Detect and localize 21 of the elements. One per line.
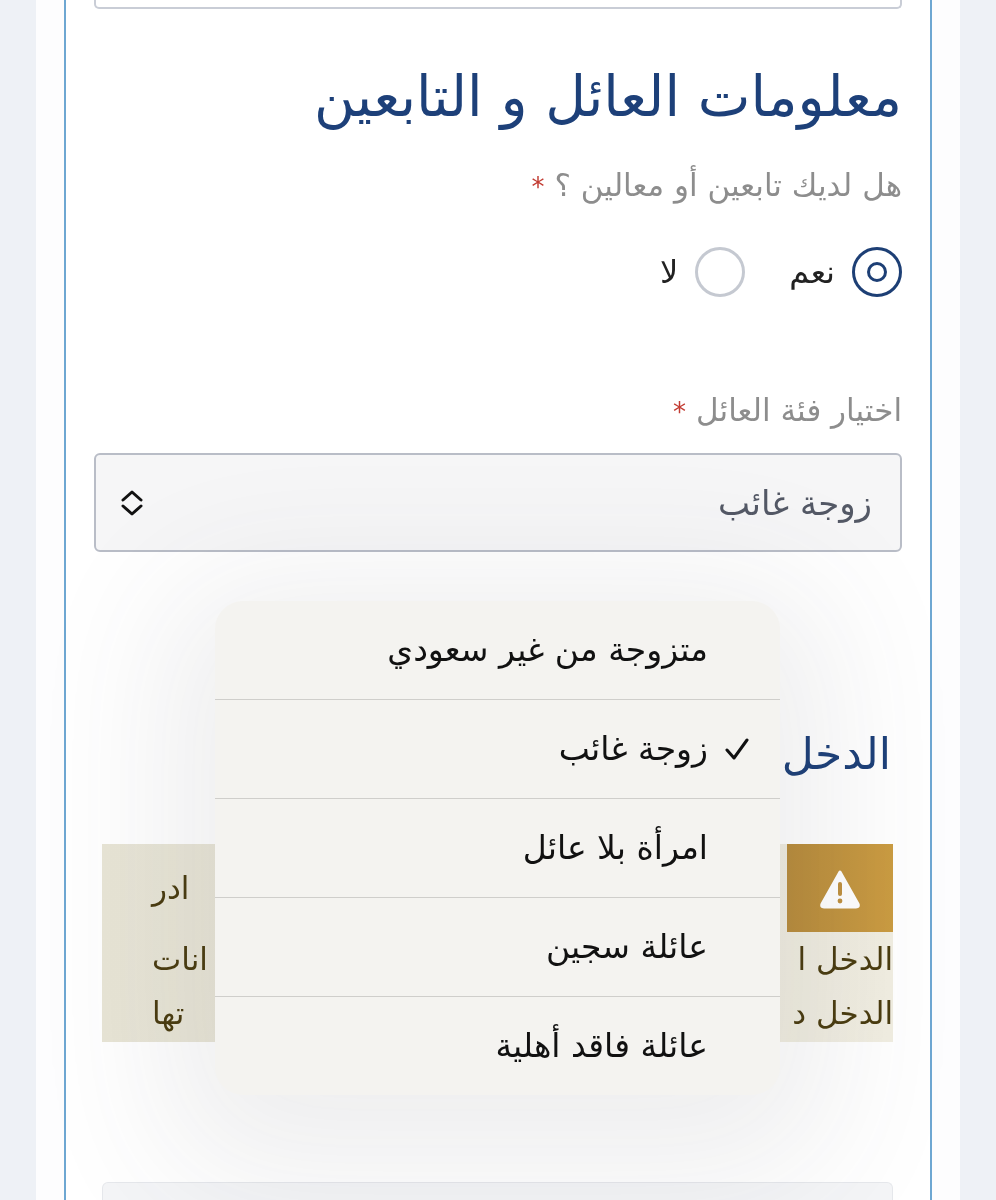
warning-icon bbox=[787, 844, 893, 932]
alert-text: تها bbox=[152, 994, 185, 1034]
alert-text: الدخل د bbox=[792, 994, 893, 1033]
alert-text: الدخل ا bbox=[797, 940, 893, 979]
chevron-updown-icon bbox=[120, 488, 144, 517]
radio-option[interactable]: نعم bbox=[789, 247, 902, 297]
menu-option[interactable]: عائلة فاقد أهلية bbox=[215, 996, 780, 1095]
radio-option[interactable]: لا bbox=[660, 247, 746, 297]
radio-icon[interactable] bbox=[852, 247, 902, 297]
menu-option[interactable]: متزوجة من غير سعودي bbox=[215, 601, 780, 699]
input-field[interactable] bbox=[94, 0, 902, 9]
menu-option[interactable]: امرأة بلا عائل bbox=[215, 798, 780, 897]
menu-option[interactable]: عائلة سجين bbox=[215, 897, 780, 996]
alert-title: ادر bbox=[152, 869, 190, 909]
select-field[interactable]: زوجة غائب bbox=[94, 453, 902, 552]
menu-option[interactable]: زوجة غائب bbox=[215, 699, 780, 798]
alert-text: انات bbox=[152, 940, 208, 979]
field-label: هل لديك تابعين أو معالين ؟ * bbox=[531, 165, 902, 206]
section-title: الدخل bbox=[781, 727, 891, 781]
section-title: معلومات العائل و التابعين bbox=[313, 63, 902, 132]
field-label: اختيار فئة العائل * bbox=[673, 391, 902, 431]
